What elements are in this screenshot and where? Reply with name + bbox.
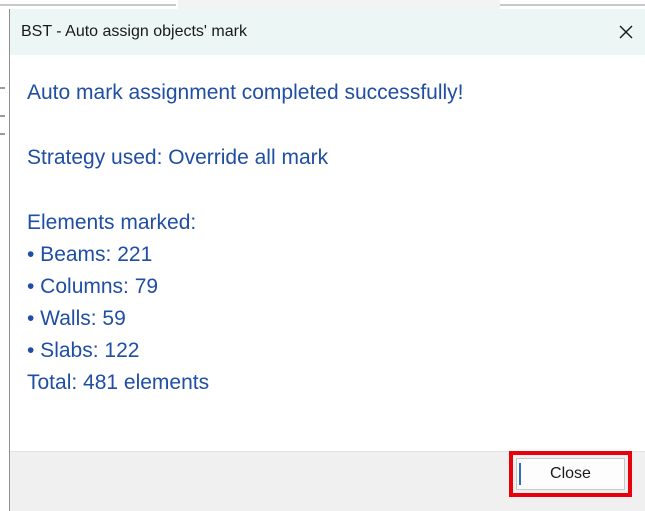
gutter-tick (0, 133, 5, 135)
background-divider (500, 4, 645, 6)
elements-header: Elements marked: (27, 211, 197, 234)
list-item-walls: • Walls: 59 (27, 307, 126, 330)
gutter-tick (0, 115, 5, 117)
background-divider (0, 4, 176, 6)
total-text: Total: 481 elements (27, 371, 210, 394)
background-gutter (0, 9, 9, 511)
auto-mark-dialog: BST - Auto assign objects' mark Auto mar… (9, 9, 645, 511)
focus-indicator (519, 463, 521, 485)
close-button-label: Close (550, 465, 591, 482)
success-message: Auto mark assignment completed successfu… (27, 81, 464, 104)
background-strip (0, 0, 645, 9)
dialog-title: BST - Auto assign objects' mark (21, 23, 247, 40)
close-button[interactable]: Close (516, 458, 625, 490)
gutter-tick (0, 87, 5, 89)
list-item-beams: • Beams: 221 (27, 243, 153, 266)
list-item-columns: • Columns: 79 (27, 275, 159, 298)
background-tab (178, 0, 500, 9)
dialog-titlebar[interactable]: BST - Auto assign objects' mark (10, 9, 645, 55)
list-item-slabs: • Slabs: 122 (27, 339, 140, 362)
close-x-icon[interactable] (611, 17, 641, 47)
strategy-text: Strategy used: Override all mark (27, 146, 329, 169)
dialog-content: Auto mark assignment completed successfu… (10, 55, 645, 451)
